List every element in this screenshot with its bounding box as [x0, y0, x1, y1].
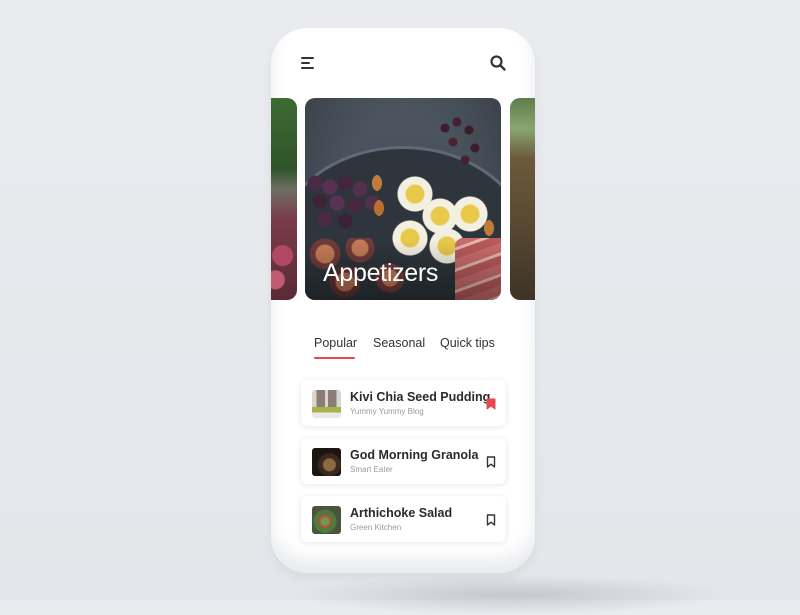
carousel-card-appetizers[interactable]: Appetizers — [305, 98, 501, 300]
phone-screen: Appetizers Popular Seasonal Quick tips K… — [271, 28, 535, 573]
recipe-source: Yummy Yummy Blog — [350, 407, 424, 416]
recipe-list-item[interactable]: Arthichoke Salad Green Kitchen — [301, 496, 506, 542]
bookmark-icon[interactable] — [486, 456, 496, 468]
recipe-title: Arthichoke Salad — [350, 506, 453, 520]
recipe-list-item[interactable]: God Morning Granola Smart Eater — [301, 438, 506, 484]
recipe-source: Smart Eater — [350, 465, 393, 474]
card-image-berries — [435, 108, 495, 168]
recipe-list-item[interactable]: Kivi Chia Seed Pudding Yummy Yummy Blog — [301, 380, 506, 426]
recipe-thumbnail — [312, 390, 341, 418]
recipe-tabs: Popular Seasonal Quick tips — [271, 336, 535, 362]
recipe-thumbnail — [312, 448, 341, 476]
tab-seasonal[interactable]: Seasonal — [373, 336, 425, 350]
bookmark-icon[interactable] — [486, 514, 496, 526]
category-title: Appetizers — [323, 259, 439, 287]
category-carousel[interactable]: Appetizers — [271, 98, 535, 300]
active-tab-indicator — [314, 357, 355, 359]
carousel-card-previous[interactable] — [271, 98, 297, 300]
recipe-title: God Morning Granola — [350, 448, 479, 462]
top-bar — [271, 28, 535, 98]
tab-quick-tips[interactable]: Quick tips — [440, 336, 495, 350]
tab-popular[interactable]: Popular — [314, 336, 357, 350]
recipe-title: Kivi Chia Seed Pudding — [350, 390, 491, 404]
bookmark-filled-icon[interactable] — [486, 398, 496, 410]
recipe-source: Green Kitchen — [350, 523, 402, 532]
search-icon[interactable] — [489, 54, 507, 72]
hamburger-menu-icon[interactable] — [301, 57, 315, 69]
phone-shadow — [290, 575, 730, 615]
carousel-card-next[interactable] — [510, 98, 535, 300]
recipe-thumbnail — [312, 506, 341, 534]
